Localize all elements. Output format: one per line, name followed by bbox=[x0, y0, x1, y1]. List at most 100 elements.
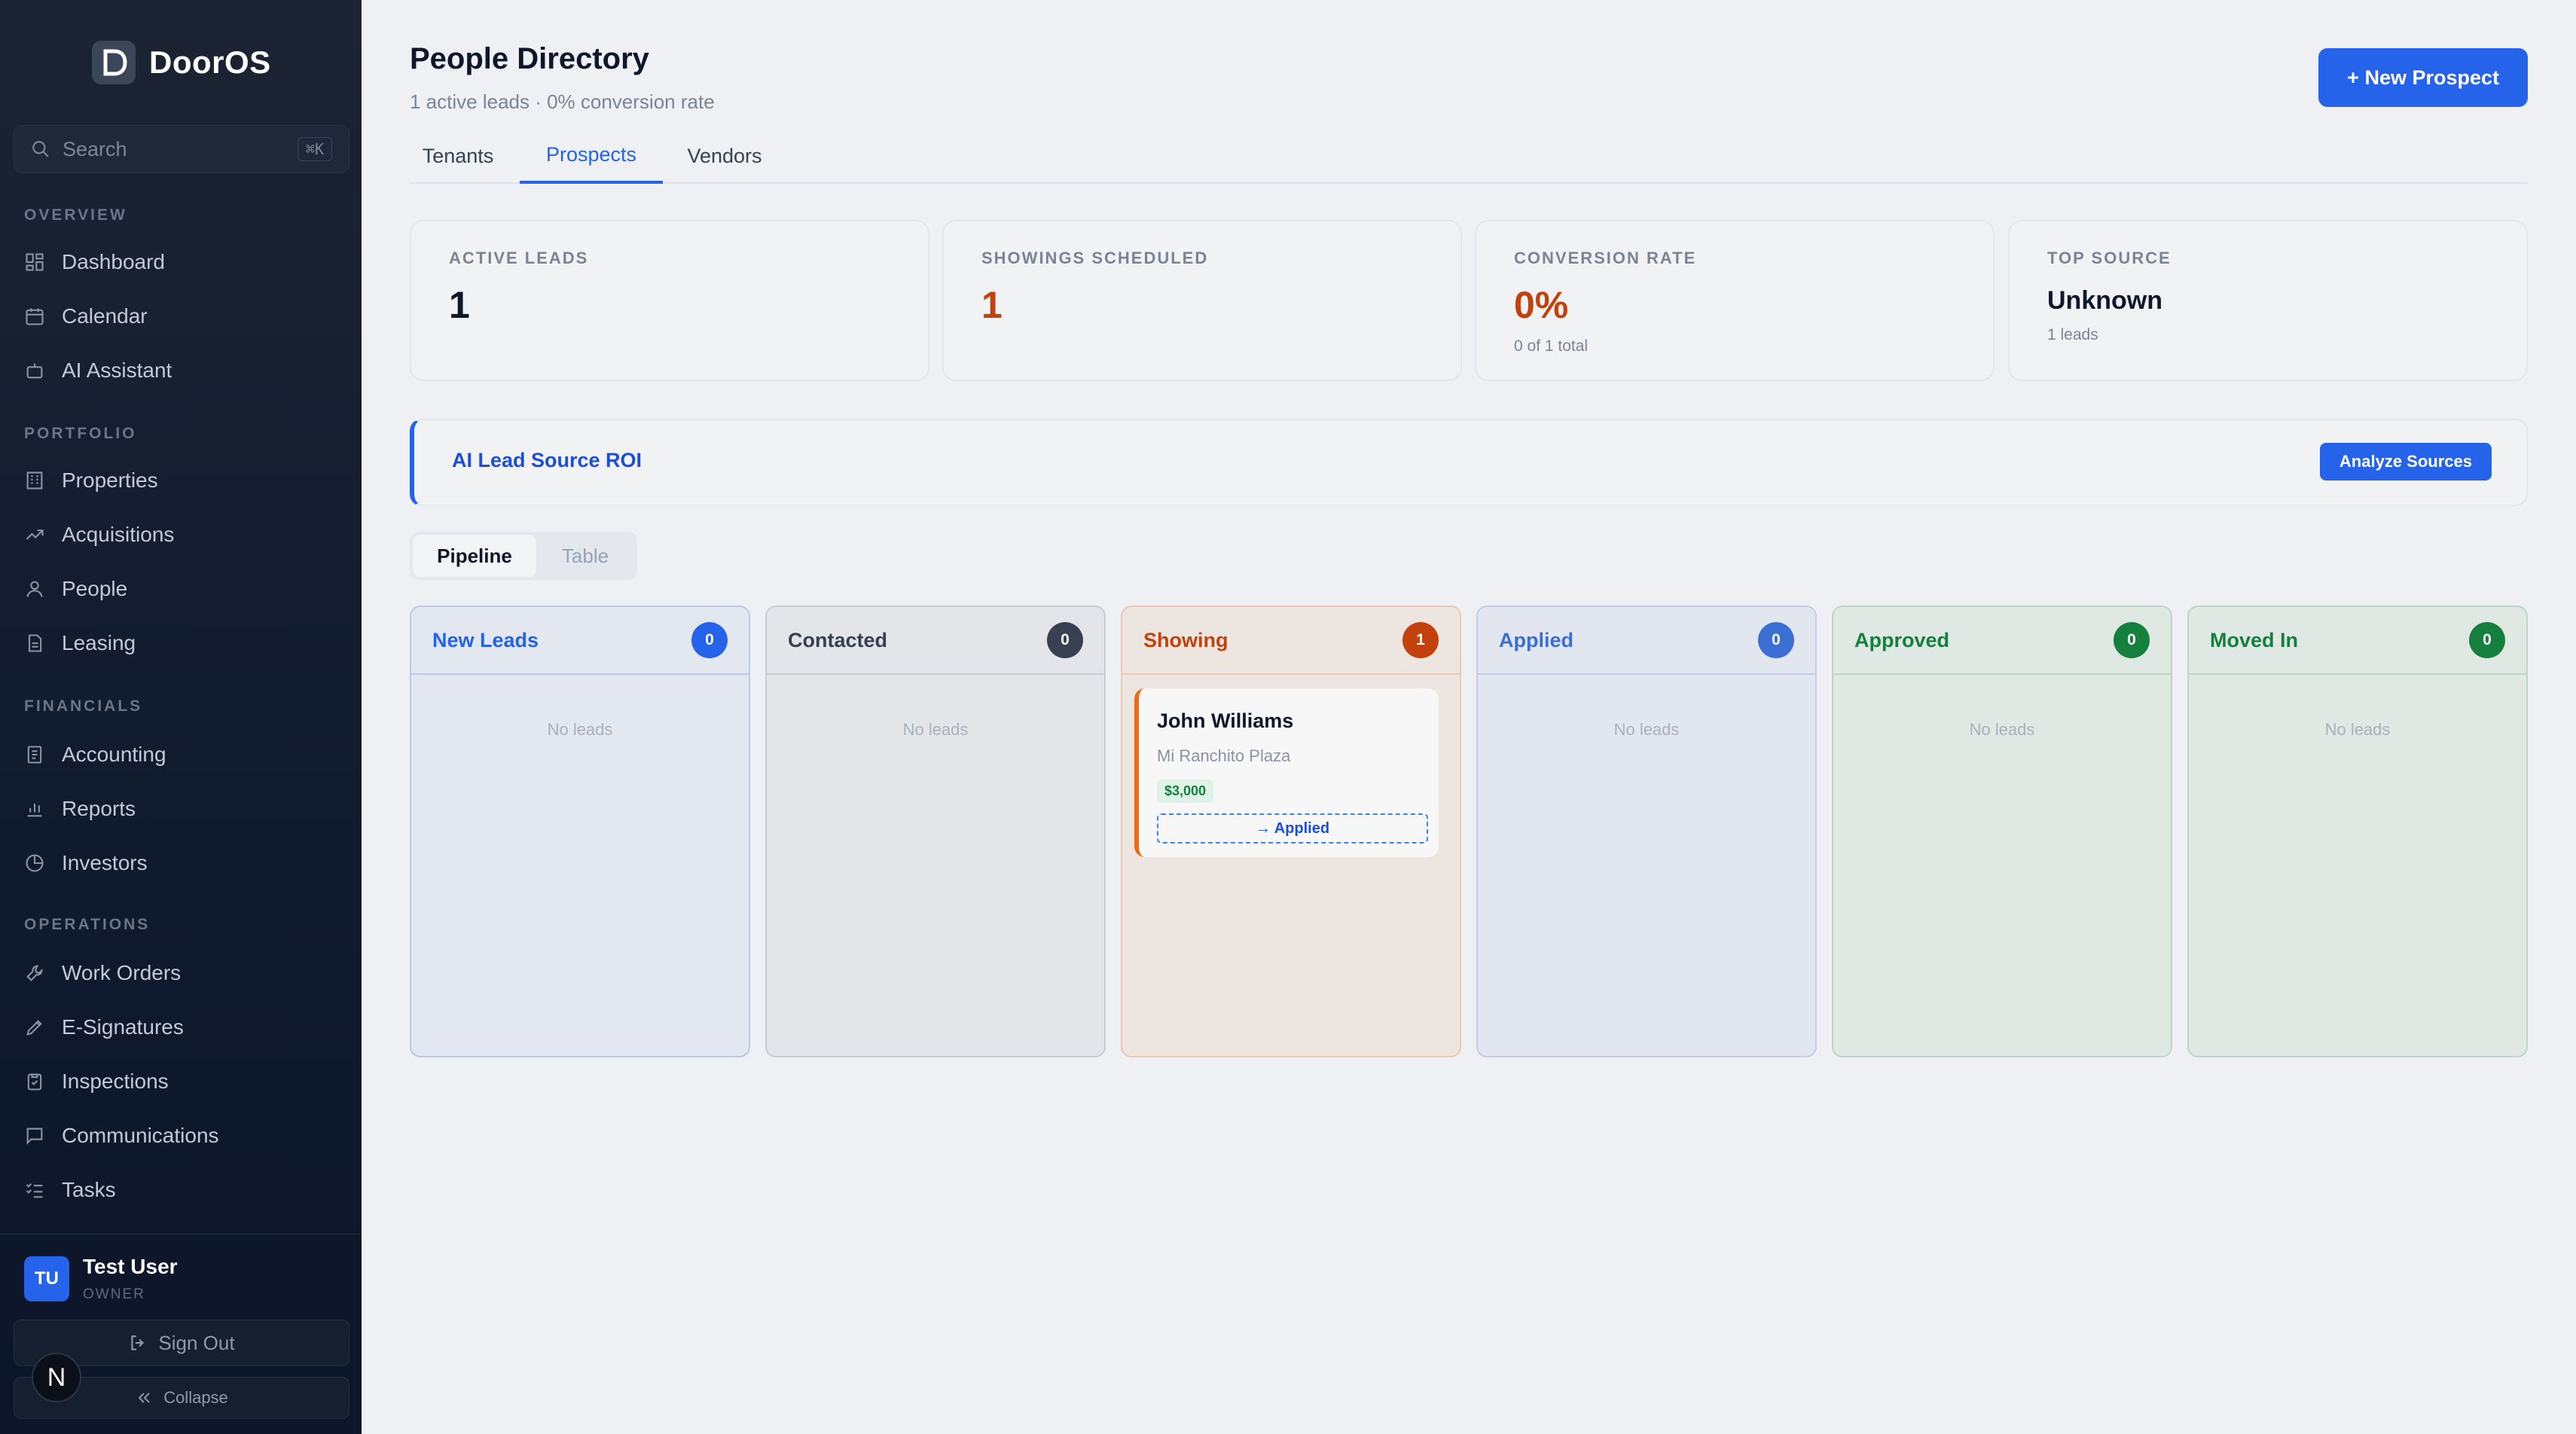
new-prospect-button[interactable]: + New Prospect bbox=[2318, 48, 2528, 107]
column-header: Approved 0 bbox=[1833, 607, 2171, 675]
section-portfolio: PORTFOLIO bbox=[24, 425, 137, 442]
sidebar-item-label: Reports bbox=[62, 797, 136, 820]
message-icon bbox=[26, 1127, 43, 1145]
move-to-applied-button[interactable]: → Applied bbox=[1157, 813, 1428, 844]
sidebar-item-communications[interactable]: Communications bbox=[24, 1115, 340, 1157]
ledger-icon bbox=[27, 746, 42, 764]
analyze-sources-button[interactable]: Analyze Sources bbox=[2319, 443, 2492, 481]
sign-out-label: Sign Out bbox=[158, 1331, 235, 1354]
column-count-badge: 0 bbox=[691, 622, 728, 658]
bar-chart-icon bbox=[27, 804, 42, 817]
sidebar-item-label: Tasks bbox=[62, 1178, 116, 1201]
sidebar-item-acquisitions[interactable]: Acquisitions bbox=[24, 514, 340, 556]
stat-card-conversion: CONVERSION RATE 0% 0 of 1 total bbox=[1475, 220, 1995, 381]
sidebar-item-label: AI Assistant bbox=[62, 358, 172, 382]
column-title: Approved bbox=[1854, 628, 1950, 651]
sidebar-item-e-signatures[interactable]: E-Signatures bbox=[24, 1006, 340, 1048]
empty-state: No leads bbox=[547, 720, 613, 739]
ai-roi-banner: AI Lead Source ROI Analyze Sources bbox=[410, 419, 2528, 506]
pipeline-column-contacted: Contacted 0 No leads bbox=[765, 606, 1106, 1057]
sidebar-item-people[interactable]: People bbox=[24, 568, 340, 610]
column-title: Moved In bbox=[2210, 628, 2299, 651]
sidebar-item-dashboard[interactable]: Dashboard bbox=[24, 241, 340, 283]
column-header: Moved In 0 bbox=[2189, 607, 2526, 675]
pipeline-column-new-leads: New Leads 0 No leads bbox=[410, 606, 750, 1057]
document-icon bbox=[28, 634, 42, 652]
empty-state: No leads bbox=[902, 720, 969, 739]
sidebar-item-label: Investors bbox=[62, 851, 148, 874]
dev-badge[interactable]: N bbox=[32, 1353, 81, 1402]
search-icon bbox=[32, 141, 49, 157]
sidebar-item-label: Work Orders bbox=[62, 961, 182, 984]
stat-sub: 0 of 1 total bbox=[1514, 337, 1589, 355]
user-profile[interactable]: TU Test User OWNER bbox=[24, 1255, 178, 1303]
wrench-icon bbox=[26, 965, 43, 981]
column-title: Contacted bbox=[788, 628, 888, 651]
view-pipeline-button[interactable]: Pipeline bbox=[413, 535, 536, 577]
sidebar-item-label: Acquisitions bbox=[62, 523, 175, 546]
column-header: Showing 1 bbox=[1122, 607, 1460, 675]
search-input[interactable]: Search ⌘K bbox=[14, 125, 349, 173]
empty-state: No leads bbox=[1969, 720, 2035, 739]
lead-name: John Williams bbox=[1157, 709, 1294, 732]
column-title: Applied bbox=[1499, 628, 1573, 651]
search-placeholder: Search bbox=[63, 137, 127, 160]
sidebar-item-label: Dashboard bbox=[62, 250, 165, 273]
stat-label: CONVERSION RATE bbox=[1514, 249, 1697, 267]
lead-price-badge: $3,000 bbox=[1157, 780, 1214, 803]
trending-up-icon bbox=[26, 529, 44, 540]
sidebar-item-properties[interactable]: Properties bbox=[24, 459, 340, 502]
app-name: DoorOS bbox=[149, 44, 271, 80]
tab-tenants[interactable]: Tenants bbox=[410, 128, 506, 184]
sidebar-item-label: E-Signatures bbox=[62, 1015, 184, 1039]
sidebar-item-accounting[interactable]: Accounting bbox=[24, 734, 340, 776]
stat-card-active-leads: ACTIVE LEADS 1 bbox=[410, 220, 929, 381]
user-icon bbox=[26, 581, 43, 597]
lead-card[interactable]: John Williams Mi Ranchito Plaza $3,000 →… bbox=[1134, 688, 1439, 857]
tab-vendors[interactable]: Vendors bbox=[673, 128, 776, 184]
pipeline-column-moved-in: Moved In 0 No leads bbox=[2187, 606, 2528, 1057]
stat-label: TOP SOURCE bbox=[2047, 249, 2172, 267]
empty-state: No leads bbox=[1613, 720, 1680, 739]
stat-value: 0% bbox=[1514, 284, 1569, 326]
sidebar-item-ai-assistant[interactable]: AI Assistant bbox=[24, 349, 340, 392]
user-name: Test User bbox=[83, 1255, 178, 1278]
sidebar-item-calendar[interactable]: Calendar bbox=[24, 295, 340, 337]
sign-out-icon bbox=[131, 1335, 145, 1350]
sidebar-item-label: Inspections bbox=[62, 1069, 169, 1093]
pie-chart-icon bbox=[26, 854, 44, 872]
door-logo-icon bbox=[92, 41, 136, 84]
bot-icon bbox=[26, 363, 43, 379]
sidebar-item-label: Properties bbox=[62, 468, 158, 492]
page-title: People Directory bbox=[410, 42, 649, 75]
sidebar-item-leasing[interactable]: Leasing bbox=[24, 622, 340, 664]
search-shortcut: ⌘K bbox=[297, 137, 332, 161]
pipeline-column-approved: Approved 0 No leads bbox=[1832, 606, 2172, 1057]
tab-prospects[interactable]: Prospects bbox=[520, 128, 663, 184]
column-count-badge: 0 bbox=[1758, 622, 1794, 658]
sidebar-item-investors[interactable]: Investors bbox=[24, 842, 340, 884]
column-count-badge: 0 bbox=[2114, 622, 2150, 658]
sidebar-item-reports[interactable]: Reports bbox=[24, 788, 340, 830]
sidebar: DoorOS Search ⌘K OVERVIEW Dashboard Cale… bbox=[0, 0, 362, 1434]
sidebar-item-inspections[interactable]: Inspections bbox=[24, 1060, 340, 1103]
section-operations: OPERATIONS bbox=[24, 916, 151, 933]
main-content: People Directory 1 active leads · 0% con… bbox=[362, 0, 2576, 1434]
stat-value: 1 bbox=[981, 284, 1003, 326]
stat-value: 1 bbox=[449, 284, 470, 326]
sidebar-item-tasks[interactable]: Tasks bbox=[24, 1169, 340, 1211]
user-role: OWNER bbox=[83, 1286, 145, 1302]
column-header: Contacted 0 bbox=[767, 607, 1104, 675]
sidebar-item-work-orders[interactable]: Work Orders bbox=[24, 952, 340, 994]
column-title: Showing bbox=[1143, 628, 1228, 651]
view-table-button[interactable]: Table bbox=[536, 535, 634, 577]
directory-tabs: Tenants Prospects Vendors bbox=[410, 128, 2528, 184]
section-overview: OVERVIEW bbox=[24, 206, 127, 224]
column-header: Applied 0 bbox=[1478, 607, 1815, 675]
checklist-icon bbox=[26, 1183, 43, 1198]
stat-card-showings: SHOWINGS SCHEDULED 1 bbox=[942, 220, 1462, 381]
avatar: TU bbox=[24, 1256, 69, 1301]
brand[interactable]: DoorOS bbox=[92, 41, 271, 84]
clipboard-icon bbox=[27, 1073, 42, 1091]
column-count-badge: 0 bbox=[1047, 622, 1083, 658]
